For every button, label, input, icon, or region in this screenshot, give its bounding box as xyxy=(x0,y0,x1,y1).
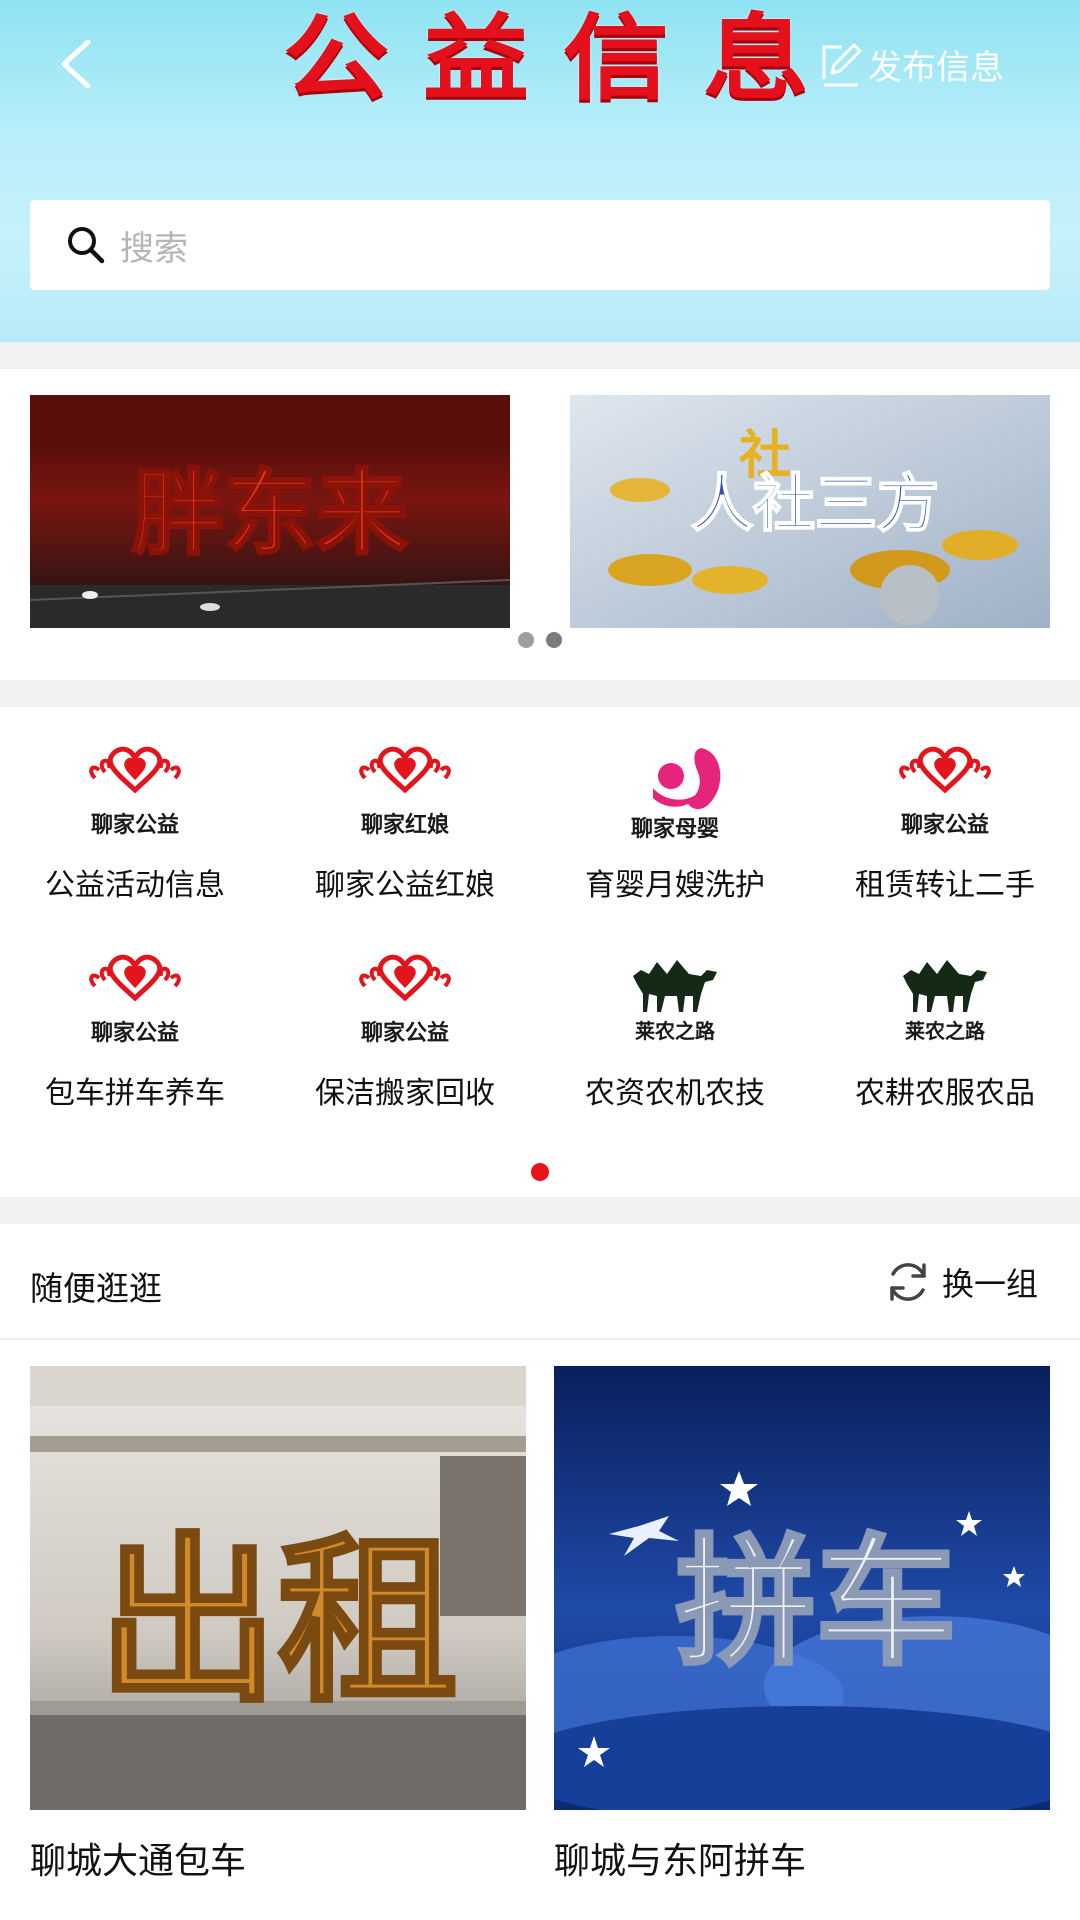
section-divider xyxy=(0,1197,1080,1224)
svg-text:聊家母婴: 聊家母婴 xyxy=(631,816,719,842)
heart-logo-icon: 聊家公益 xyxy=(89,954,181,1046)
chevron-left-icon xyxy=(61,39,91,89)
category-item[interactable]: 聊家公益 公益活动信息 xyxy=(5,742,265,922)
section-divider xyxy=(0,680,1080,707)
category-label: 农耕农服农品 xyxy=(855,1076,1035,1111)
search-placeholder: 搜索 xyxy=(120,228,188,269)
thumbnail-text: 拼车 xyxy=(676,1522,956,1685)
svg-text:聊家红娘: 聊家红娘 xyxy=(361,812,449,838)
carousel-dot[interactable] xyxy=(518,632,534,648)
banner-image: 社 人社三方 xyxy=(570,395,1050,628)
svg-text:莱农之路: 莱农之路 xyxy=(905,1019,986,1043)
category-label: 保洁搬家回收 xyxy=(315,1076,495,1111)
feed-title: 聊城大通包车 xyxy=(30,1841,247,1882)
feed-card[interactable]: 出租 聊城大通包车 xyxy=(30,1366,526,1884)
feed-card[interactable]: 拼车 聊城与东阿拼车 xyxy=(554,1366,1050,1884)
back-button[interactable] xyxy=(52,36,102,92)
svg-text:聊家公益: 聊家公益 xyxy=(361,1020,449,1046)
refresh-icon xyxy=(890,1263,926,1301)
camel-logo-icon: 莱农之路 xyxy=(633,960,717,1043)
carousel-dot-active[interactable] xyxy=(546,632,562,648)
refresh-label: 换一组 xyxy=(942,1265,1039,1303)
banner-image: 胖东来 xyxy=(30,395,510,628)
feed-title: 聊城与东阿拼车 xyxy=(554,1841,807,1882)
category-item[interactable]: 莱农之路 农资农机农技 xyxy=(545,950,805,1130)
category-label: 租赁转让二手 xyxy=(855,868,1035,903)
refresh-button[interactable]: 换一组 xyxy=(884,1258,1038,1306)
banner-text: 胖东来 xyxy=(132,460,408,567)
feed-thumbnail: 出租 xyxy=(30,1366,526,1810)
category-label: 农资农机农技 xyxy=(585,1076,765,1111)
svg-text:聊家公益: 聊家公益 xyxy=(901,812,989,838)
banner-text: 人社三方 xyxy=(691,467,939,540)
banner-card[interactable]: 社 人社三方 xyxy=(570,395,1050,628)
category-page-indicator[interactable] xyxy=(531,1163,549,1181)
svg-text:莱农之路: 莱农之路 xyxy=(635,1019,716,1043)
category-item[interactable]: 莱农之路 农耕农服农品 xyxy=(815,950,1075,1130)
section-divider xyxy=(0,342,1080,369)
category-item[interactable]: 聊家公益 保洁搬家回收 xyxy=(275,950,535,1130)
carousel-indicator xyxy=(0,632,1080,648)
section-title: 随便逛逛 xyxy=(30,1269,162,1308)
category-label: 包车拼车养车 xyxy=(45,1076,225,1111)
mother-baby-logo-icon: 聊家母婴 xyxy=(631,748,721,842)
heart-logo-icon: 聊家公益 xyxy=(89,746,181,838)
category-label: 育婴月嫂洗护 xyxy=(585,868,765,903)
svg-text:聊家公益: 聊家公益 xyxy=(91,1020,179,1046)
publish-label: 发布信息 xyxy=(868,47,1004,88)
header: 公益信息 发布信息 搜索 xyxy=(0,0,1080,342)
category-item[interactable]: 聊家红娘 聊家公益红娘 xyxy=(275,742,535,922)
svg-text:聊家公益: 聊家公益 xyxy=(91,812,179,838)
heart-logo-icon: 聊家公益 xyxy=(899,746,991,838)
divider xyxy=(0,1338,1080,1340)
category-label: 公益活动信息 xyxy=(45,868,225,903)
category-item[interactable]: 聊家母婴 育婴月嫂洗护 xyxy=(545,742,805,922)
category-label: 聊家公益红娘 xyxy=(315,868,495,903)
feed-thumbnail: 拼车 xyxy=(554,1366,1050,1810)
publish-button[interactable]: 发布信息 xyxy=(818,34,1004,94)
search-icon xyxy=(68,227,105,264)
camel-logo-icon: 莱农之路 xyxy=(903,960,987,1043)
thumbnail-text: 出租 xyxy=(98,1518,458,1727)
category-item[interactable]: 聊家公益 包车拼车养车 xyxy=(5,950,265,1130)
category-item[interactable]: 聊家公益 租赁转让二手 xyxy=(815,742,1075,922)
heart-logo-icon: 聊家公益 xyxy=(359,954,451,1046)
search-input[interactable]: 搜索 xyxy=(30,200,1050,290)
banner-card[interactable]: 胖东来 xyxy=(30,395,510,628)
heart-logo-icon: 聊家红娘 xyxy=(359,746,451,838)
edit-icon xyxy=(822,43,862,87)
